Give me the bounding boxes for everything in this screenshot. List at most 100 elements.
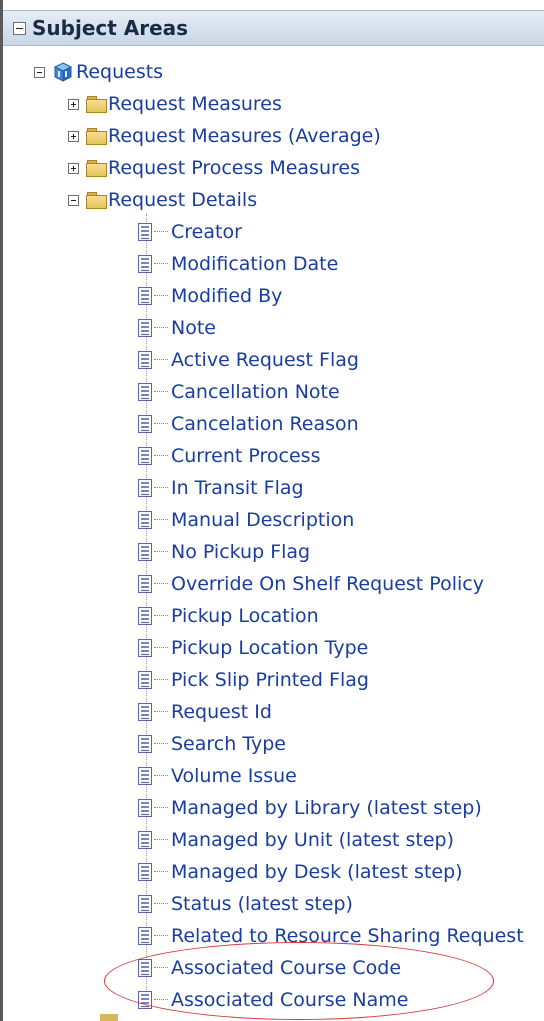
column-item[interactable]: Modified By: [138, 281, 282, 311]
column-item[interactable]: Override On Shelf Request Policy: [138, 569, 484, 599]
column-label: Cancellation Note: [171, 380, 340, 403]
column-label: Volume Issue: [171, 764, 297, 787]
folder-icon: [86, 96, 107, 113]
folder-label: Request Process Measures: [108, 156, 360, 179]
column-item[interactable]: Request Id: [138, 697, 272, 727]
tree-connector: [154, 519, 168, 521]
column-item[interactable]: Manual Description: [138, 505, 354, 535]
tree-connector: [154, 935, 168, 937]
column-icon: [138, 383, 152, 401]
column-icon: [138, 767, 152, 785]
column-item[interactable]: Pick Slip Printed Flag: [138, 665, 369, 695]
column-item[interactable]: Note: [138, 313, 216, 343]
collapse-icon[interactable]: [34, 66, 45, 78]
column-item[interactable]: Pickup Location Type: [138, 633, 368, 663]
folder-request-process-measures[interactable]: Request Process Measures: [68, 153, 360, 183]
column-label: Cancelation Reason: [171, 412, 359, 435]
column-item[interactable]: Current Process: [138, 441, 320, 471]
tree-node-label: Requests: [76, 60, 164, 83]
tree-connector: [154, 711, 168, 713]
column-item[interactable]: Managed by Library (latest step): [138, 793, 482, 823]
column-icon: [138, 319, 152, 337]
column-label: Search Type: [171, 732, 286, 755]
column-icon: [138, 415, 152, 433]
column-icon: [138, 671, 152, 689]
tree-connector: [154, 775, 168, 777]
column-label: Creator: [171, 220, 242, 243]
collapse-panel-icon[interactable]: [13, 21, 26, 35]
column-item[interactable]: Search Type: [138, 729, 286, 759]
panel-title: Subject Areas: [32, 16, 189, 40]
column-item[interactable]: Managed by Desk (latest step): [138, 857, 463, 887]
column-icon: [138, 863, 152, 881]
column-label: Manual Description: [171, 508, 355, 531]
expand-icon[interactable]: [68, 98, 79, 110]
column-item[interactable]: Creator: [138, 217, 242, 247]
column-icon: [138, 255, 152, 273]
column-icon: [138, 543, 152, 561]
folder-request-details[interactable]: Request Details: [68, 185, 257, 215]
column-label: Modification Date: [171, 252, 339, 275]
tree-connector: [154, 583, 168, 585]
column-icon: [138, 223, 152, 241]
tree-connector: [154, 391, 168, 393]
tree-connector: [154, 679, 168, 681]
column-item[interactable]: Modification Date: [138, 249, 338, 279]
tree-node-requests[interactable]: Requests: [34, 57, 163, 87]
tree-connector: [154, 839, 168, 841]
column-icon: [138, 351, 152, 369]
subject-area-icon: [53, 62, 73, 82]
column-item[interactable]: Active Request Flag: [138, 345, 359, 375]
column-label: Override On Shelf Request Policy: [171, 572, 484, 595]
column-item[interactable]: Cancelation Reason: [138, 409, 359, 439]
column-label: Pick Slip Printed Flag: [171, 668, 369, 691]
column-label: Managed by Unit (latest step): [171, 828, 455, 851]
tree-connector: [154, 295, 168, 297]
column-icon: [138, 639, 152, 657]
tree-connector: [154, 487, 168, 489]
column-item[interactable]: Cancellation Note: [138, 377, 340, 407]
column-label: Active Request Flag: [171, 348, 359, 371]
tree-connector: [154, 551, 168, 553]
column-icon: [138, 607, 152, 625]
tree-connector: [154, 615, 168, 617]
tree-connector: [154, 359, 168, 361]
column-label: Managed by Desk (latest step): [171, 860, 463, 883]
tree-connector: [154, 647, 168, 649]
column-icon: [138, 735, 152, 753]
folder-label: Request Measures: [108, 92, 282, 115]
column-item[interactable]: In Transit Flag: [138, 473, 304, 503]
column-label: No Pickup Flag: [171, 540, 311, 563]
tree-connector: [154, 903, 168, 905]
folder-icon: [86, 128, 107, 145]
column-icon: [138, 479, 152, 497]
column-item[interactable]: Status (latest step): [138, 889, 353, 919]
folder-icon: [86, 192, 107, 209]
column-label: Managed by Library (latest step): [171, 796, 482, 819]
column-icon: [138, 447, 152, 465]
column-icon: [138, 927, 152, 945]
column-item[interactable]: Managed by Unit (latest step): [138, 825, 454, 855]
column-icon: [138, 799, 152, 817]
expand-icon[interactable]: [68, 162, 79, 174]
tree-connector: [154, 423, 168, 425]
column-icon: [138, 831, 152, 849]
column-icon: [138, 511, 152, 529]
column-item[interactable]: No Pickup Flag: [138, 537, 310, 567]
column-icon: [138, 287, 152, 305]
column-icon: [138, 895, 152, 913]
highlight-ellipse: [104, 942, 494, 1020]
tree-connector: [154, 807, 168, 809]
column-item[interactable]: Pickup Location: [138, 601, 319, 631]
tree-connector: [154, 263, 168, 265]
column-item[interactable]: Volume Issue: [138, 761, 297, 791]
folder-icon-partial: [100, 1014, 118, 1021]
tree-connector: [154, 743, 168, 745]
collapse-icon[interactable]: [68, 194, 79, 206]
column-label: Request Id: [171, 700, 272, 723]
subject-areas-header: Subject Areas: [3, 10, 544, 46]
column-icon: [138, 575, 152, 593]
folder-request-measures[interactable]: Request Measures: [68, 89, 282, 119]
expand-icon[interactable]: [68, 130, 79, 142]
folder-request-measures-average[interactable]: Request Measures (Average): [68, 121, 381, 151]
